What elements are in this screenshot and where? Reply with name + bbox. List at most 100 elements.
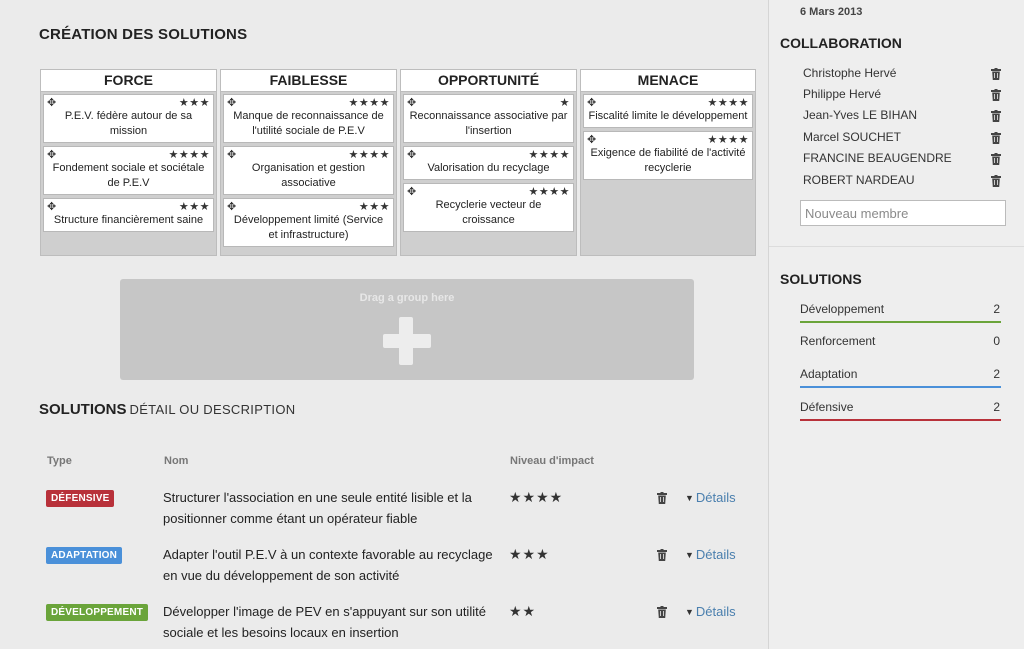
move-icon[interactable]: ✥ bbox=[587, 134, 596, 146]
category-count: 2 bbox=[993, 367, 1000, 381]
rating-stars: ★★★ bbox=[178, 96, 210, 109]
solutions-title: SOLUTIONS bbox=[39, 401, 127, 418]
swot-header: FORCE bbox=[41, 70, 216, 92]
trash-icon[interactable] bbox=[991, 153, 1001, 165]
solution-category-renforcement[interactable]: Renforcement 0 bbox=[800, 334, 1001, 356]
member-item: FRANCINE BEAUGENDRE bbox=[803, 151, 1003, 171]
swot-matrix: FORCE ✥ ★★★ P.E.V. fédère autour de sa mi… bbox=[40, 69, 758, 256]
swot-card[interactable]: ✥ ★★★ Développement limité (Service et in… bbox=[223, 198, 394, 247]
move-icon[interactable]: ✥ bbox=[587, 97, 596, 109]
swot-card[interactable]: ✥ ★★★★ Fondement sociale et sociétale de … bbox=[43, 146, 214, 195]
move-icon[interactable]: ✥ bbox=[47, 97, 56, 109]
category-count: 0 bbox=[993, 334, 1000, 348]
group-drop-zone[interactable]: Drag a group here bbox=[120, 279, 694, 380]
member-item: Christophe Hervé bbox=[803, 66, 1003, 86]
member-item: ROBERT NARDEAU bbox=[803, 173, 1003, 193]
card-text: Recyclerie vecteur de croissance bbox=[435, 199, 542, 226]
card-text: Reconnaissance associative par l'inserti… bbox=[409, 110, 568, 137]
move-icon[interactable]: ✥ bbox=[407, 97, 416, 109]
move-icon[interactable]: ✥ bbox=[227, 97, 236, 109]
trash-icon[interactable] bbox=[991, 110, 1001, 122]
column-header-name: Nom bbox=[164, 455, 189, 467]
move-icon[interactable]: ✥ bbox=[407, 186, 416, 198]
swot-card[interactable]: ✥ ★★★ Structure financièrement saine bbox=[43, 198, 214, 232]
category-count: 2 bbox=[993, 302, 1000, 316]
rating-stars: ★ bbox=[559, 96, 570, 109]
session-date: 6 Mars 2013 bbox=[800, 6, 863, 18]
solution-row: ADAPTATION Adapter l'outil P.E.V à un co… bbox=[0, 546, 768, 593]
page-title: CRÉATION DES SOLUTIONS bbox=[39, 26, 248, 43]
new-member-input[interactable] bbox=[800, 200, 1006, 226]
solution-row: DÉFENSIVE Structurer l'association en un… bbox=[0, 489, 768, 536]
rating-stars: ★★★★ bbox=[168, 148, 210, 161]
rating-stars: ★★★ bbox=[178, 200, 210, 213]
category-count: 2 bbox=[993, 400, 1000, 414]
solution-category-adaptation[interactable]: Adaptation 2 bbox=[800, 367, 1001, 389]
solution-name: Développer l'image de PEV en s'appuyant … bbox=[163, 604, 486, 640]
card-text: Fiscalité limite le développement bbox=[588, 110, 748, 122]
collaboration-title: COLLABORATION bbox=[780, 35, 902, 51]
trash-icon[interactable] bbox=[657, 606, 667, 618]
rating-stars: ★★★ bbox=[358, 200, 390, 213]
swot-card[interactable]: ✥ ★★★★ Valorisation du recyclage bbox=[403, 146, 574, 180]
solutions-summary-title: SOLUTIONS bbox=[780, 271, 862, 287]
swot-column-menace: MENACE ✥ ★★★★ Fiscalité limite le dévelop… bbox=[580, 69, 756, 256]
main-panel: CRÉATION DES SOLUTIONS FORCE ✥ ★★★ P.E.V.… bbox=[0, 0, 768, 649]
trash-icon[interactable] bbox=[991, 68, 1001, 80]
details-link[interactable]: ▼ Détails bbox=[685, 604, 736, 619]
swot-card[interactable]: ✥ ★★★★ Fiscalité limite le développement bbox=[583, 94, 753, 128]
column-header-type: Type bbox=[47, 455, 72, 467]
swot-card[interactable]: ✥ ★★★ P.E.V. fédère autour de sa mission bbox=[43, 94, 214, 143]
trash-icon[interactable] bbox=[991, 89, 1001, 101]
category-label: Adaptation bbox=[800, 367, 858, 381]
card-text: Organisation et gestion associative bbox=[251, 162, 366, 189]
move-icon[interactable]: ✥ bbox=[407, 149, 416, 161]
card-text: Fondement sociale et sociétale de P.E.V bbox=[52, 162, 205, 189]
rating-stars: ★★★★ bbox=[707, 133, 749, 146]
details-link[interactable]: ▼ Détails bbox=[685, 490, 736, 505]
swot-card[interactable]: ✥ ★ Reconnaissance associative par l'inse… bbox=[403, 94, 574, 143]
impact-stars: ★★ bbox=[509, 603, 537, 619]
move-icon[interactable]: ✥ bbox=[227, 149, 236, 161]
move-icon[interactable]: ✥ bbox=[47, 149, 56, 161]
member-name: Marcel SOUCHET bbox=[803, 130, 902, 144]
solution-row: DÉVELOPPEMENT Développer l'image de PEV … bbox=[0, 603, 768, 649]
swot-card[interactable]: ✥ ★★★★ Recyclerie vecteur de croissance bbox=[403, 183, 574, 232]
rating-stars: ★★★★ bbox=[528, 148, 570, 161]
divider bbox=[769, 246, 1024, 247]
swot-card[interactable]: ✥ ★★★★ Manque de reconnaissance de l'util… bbox=[223, 94, 394, 143]
category-label: Renforcement bbox=[800, 334, 876, 348]
trash-icon[interactable] bbox=[657, 492, 667, 504]
details-label: Détails bbox=[695, 547, 736, 562]
drop-zone-label: Drag a group here bbox=[359, 292, 455, 304]
details-link[interactable]: ▼ Détails bbox=[685, 547, 736, 562]
swot-column-opportunite: OPPORTUNITÉ ✥ ★ Reconnaissance associativ… bbox=[400, 69, 577, 256]
column-header-impact: Niveau d'impact bbox=[510, 455, 594, 467]
trash-icon[interactable] bbox=[657, 549, 667, 561]
rating-stars: ★★★★ bbox=[528, 185, 570, 198]
swot-header: OPPORTUNITÉ bbox=[401, 70, 576, 92]
swot-header: FAIBLESSE bbox=[221, 70, 396, 92]
solutions-section-title: SOLUTIONS DÉTAIL OU DESCRIPTION bbox=[39, 401, 295, 418]
sidebar: 6 Mars 2013 COLLABORATION Christophe Her… bbox=[768, 0, 1024, 649]
member-name: Philippe Hervé bbox=[803, 87, 882, 101]
member-item: Philippe Hervé bbox=[803, 87, 1003, 107]
solution-name: Structurer l'association en une seule en… bbox=[163, 490, 472, 526]
category-label: Défensive bbox=[800, 400, 854, 414]
solution-category-developpement[interactable]: Développement 2 bbox=[800, 302, 1001, 324]
impact-stars: ★★★★ bbox=[509, 489, 564, 505]
category-label: Développement bbox=[800, 302, 885, 316]
swot-card[interactable]: ✥ ★★★★ Organisation et gestion associativ… bbox=[223, 146, 394, 195]
move-icon[interactable]: ✥ bbox=[47, 201, 56, 213]
type-badge: ADAPTATION bbox=[46, 547, 123, 564]
rating-stars: ★★★★ bbox=[348, 148, 390, 161]
trash-icon[interactable] bbox=[991, 175, 1001, 187]
member-name: Jean-Yves LE BIHAN bbox=[803, 108, 918, 122]
trash-icon[interactable] bbox=[991, 132, 1001, 144]
move-icon[interactable]: ✥ bbox=[227, 201, 236, 213]
details-label: Détails bbox=[695, 604, 736, 619]
details-label: Détails bbox=[695, 490, 736, 505]
member-item: Marcel SOUCHET bbox=[803, 130, 1003, 150]
swot-card[interactable]: ✥ ★★★★ Exigence de fiabilité de l'activit… bbox=[583, 131, 753, 180]
solution-category-defensive[interactable]: Défensive 2 bbox=[800, 400, 1001, 422]
